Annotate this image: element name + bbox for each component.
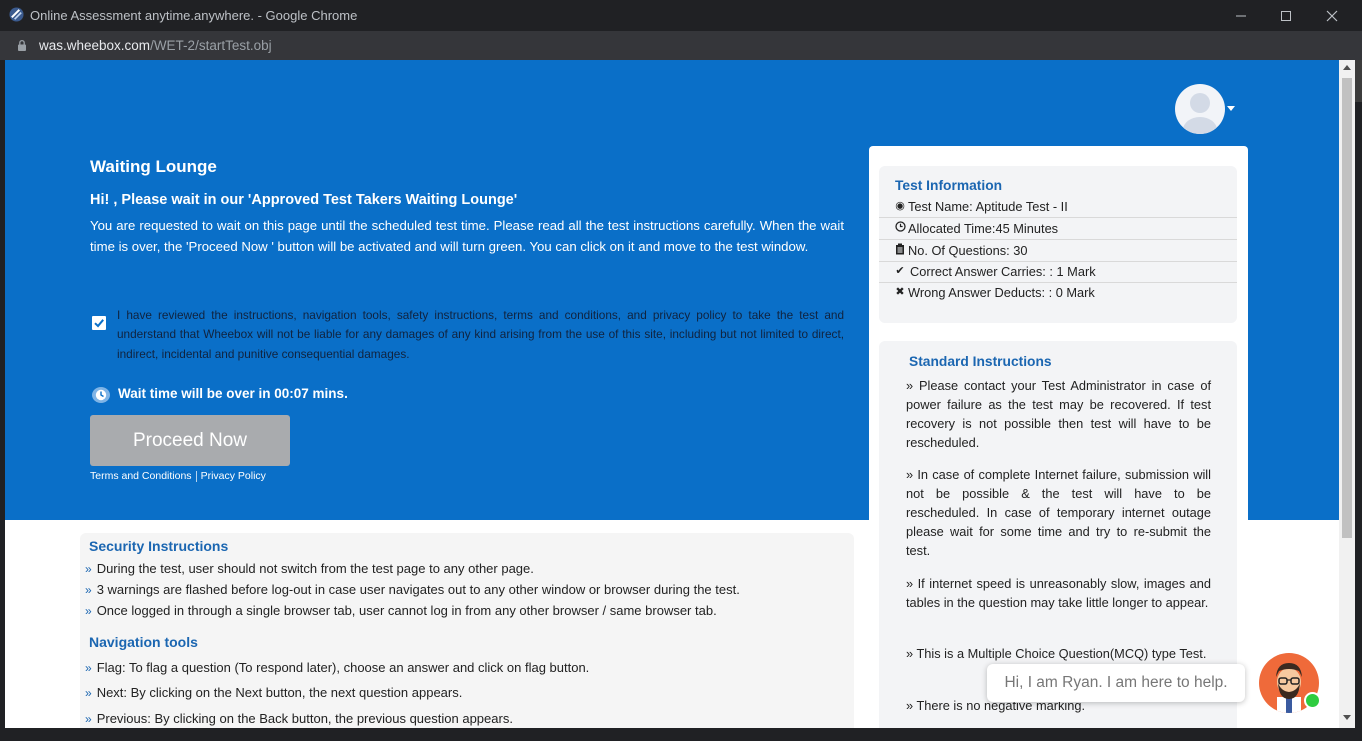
chevron-right-icon: » [85, 583, 92, 597]
timer-icon [92, 387, 110, 403]
scroll-thumb[interactable] [1342, 78, 1352, 538]
info-row: No. Of Questions: 30 [879, 240, 1237, 262]
url-text: was.wheebox.com/WET-2/startTest.obj [39, 38, 272, 53]
instruction-paragraph: » In case of complete Internet failure, … [906, 467, 1211, 558]
wait-time-text: Wait time will be over in 00:07 mins. [118, 386, 348, 401]
test-information-card: Test Information ◉ Test Name: Aptitude T… [879, 166, 1237, 323]
browser-titlebar: Online Assessment anytime.anywhere. - Go… [0, 0, 1362, 31]
target-icon: ◉ [895, 200, 905, 212]
window-edge [1355, 60, 1362, 102]
chevron-right-icon: » [85, 661, 92, 675]
clock-icon [894, 221, 906, 235]
chevron-right-icon: » [85, 712, 92, 726]
list-item: » Flag: To flag a question (To respond la… [85, 660, 590, 675]
scroll-down-arrow[interactable] [1343, 715, 1351, 720]
link-divider [195, 470, 197, 482]
page-title: Waiting Lounge [90, 157, 217, 176]
chat-bubble[interactable]: Hi, I am Ryan. I am here to help. [987, 664, 1245, 702]
chevron-right-icon: » [85, 562, 92, 576]
lock-icon [18, 39, 26, 51]
checkmark-icon [94, 319, 104, 328]
maximize-icon [1281, 10, 1291, 21]
navigation-title: Navigation tools [89, 634, 198, 650]
url-path: /WET-2/startTest.obj [150, 38, 272, 53]
proceed-now-button[interactable]: Proceed Now [90, 415, 290, 466]
close-icon [1326, 10, 1338, 21]
user-silhouette-icon [1183, 93, 1217, 134]
scroll-up-arrow[interactable] [1343, 65, 1351, 70]
list-item: » Previous: By clicking on the Back butto… [85, 711, 513, 726]
chevron-right-icon: » [85, 686, 92, 700]
test-information-title: Test Information [895, 178, 1003, 193]
privacy-link[interactable]: Privacy Policy [201, 470, 266, 482]
info-row: Allocated Time:45 Minutes [879, 218, 1237, 240]
terms-link[interactable]: Terms and Conditions [90, 470, 192, 482]
footer-links: Terms and Conditions Privacy Policy [90, 470, 266, 482]
maximize-button[interactable] [1263, 0, 1309, 31]
window-bottom-edge [0, 728, 1362, 741]
online-status-dot [1304, 692, 1321, 709]
standard-instructions-title: Standard Instructions [909, 354, 1052, 369]
check-icon: ✔ [895, 265, 905, 277]
chevron-down-icon[interactable] [1227, 106, 1235, 111]
right-panel: Test Information ◉ Test Name: Aptitude T… [869, 146, 1248, 728]
minimize-button[interactable] [1218, 0, 1264, 31]
instruction-paragraph: » Please contact your Test Administrator… [906, 378, 1211, 450]
chevron-right-icon: » [85, 604, 92, 618]
instruction-paragraph: » This is a Multiple Choice Question(MCQ… [906, 646, 1207, 661]
window-title: Online Assessment anytime.anywhere. - Go… [30, 8, 358, 23]
address-bar[interactable]: was.wheebox.com/WET-2/startTest.obj [0, 31, 1362, 60]
minimize-icon [1236, 15, 1246, 16]
lounge-subtitle: Hi! , Please wait in our 'Approved Test … [90, 192, 518, 208]
instructions-card: Security Instructions » During the test, … [80, 533, 854, 728]
lounge-description: You are requested to wait on this page u… [90, 218, 844, 254]
close-button[interactable] [1309, 0, 1355, 31]
user-avatar[interactable] [1175, 84, 1225, 134]
wheebox-app-icon [9, 7, 24, 22]
list-item: » During the test, user should not switch… [85, 561, 534, 576]
info-row: ◉ Test Name: Aptitude Test - II [879, 196, 1237, 218]
list-item: » Once logged in through a single browser… [85, 603, 717, 618]
cross-icon: ✖ [895, 286, 905, 298]
page-viewport: Waiting Lounge Hi! , Please wait in our … [5, 60, 1339, 728]
agreement-checkbox[interactable] [91, 315, 107, 331]
vertical-scrollbar[interactable] [1339, 60, 1355, 728]
url-host: was.wheebox.com [39, 38, 151, 53]
list-item: » Next: By clicking on the Next button, t… [85, 685, 463, 700]
instruction-paragraph: » If internet speed is unreasonably slow… [906, 576, 1211, 610]
agreement-text: I have reviewed the instructions, naviga… [117, 308, 844, 361]
list-item: » 3 warnings are flashed before log-out i… [85, 582, 740, 597]
security-title: Security Instructions [89, 538, 229, 554]
info-row: ✖ Wrong Answer Deducts: : 0 Mark [895, 285, 1095, 300]
info-row: ✔ Correct Answer Carries: : 1 Mark [879, 261, 1237, 283]
clipboard-icon [894, 243, 906, 257]
